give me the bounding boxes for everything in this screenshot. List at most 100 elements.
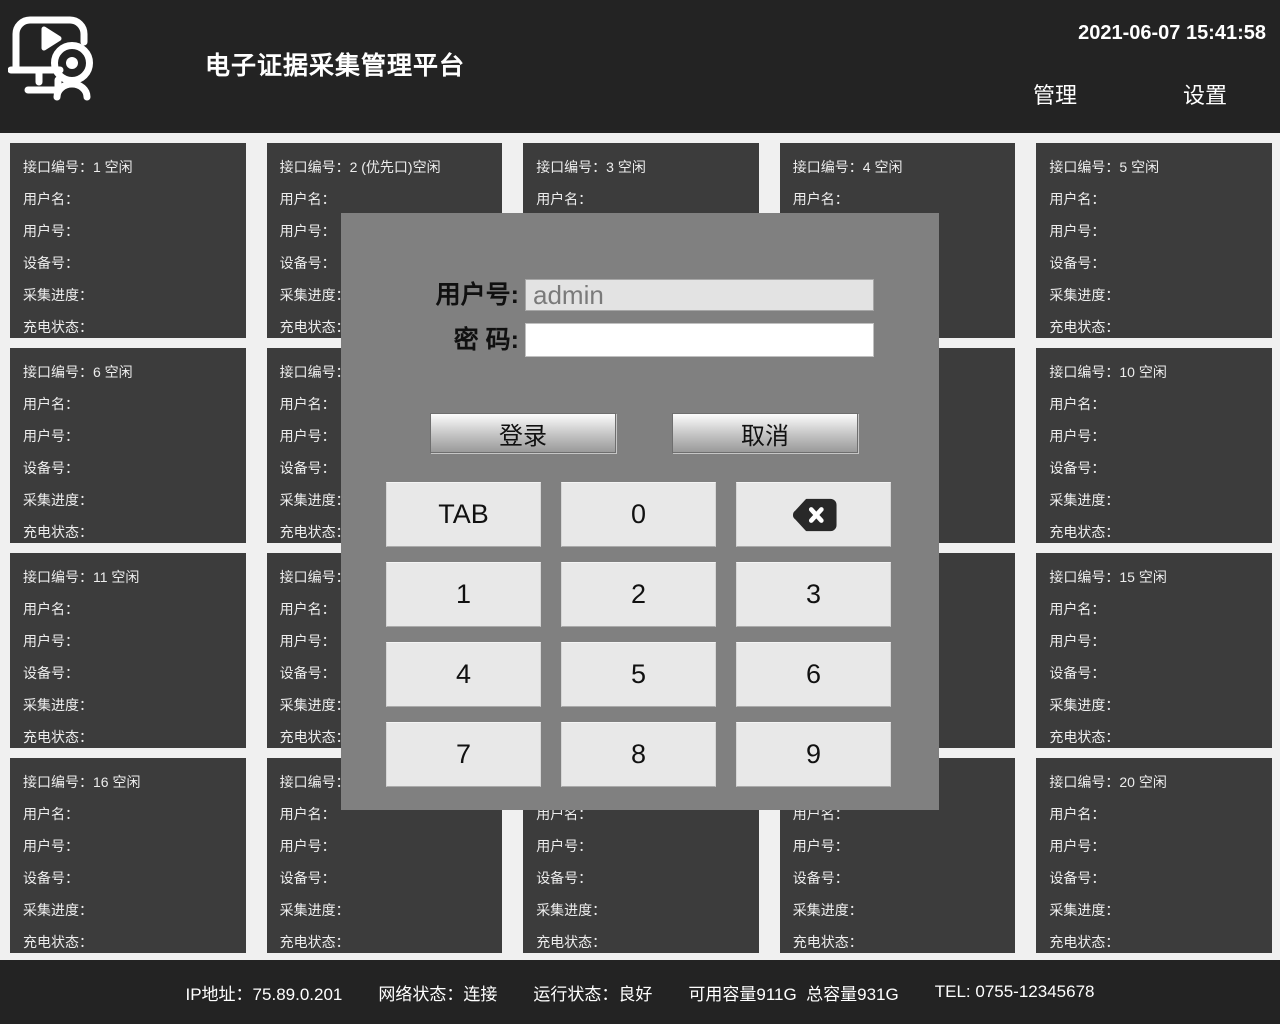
key-4[interactable]: 4 xyxy=(386,642,541,707)
port-field-label: 设备号： xyxy=(23,657,236,689)
port-title: 接口编号：2 (优先口)空闲 xyxy=(280,151,493,183)
port-field-label: 充电状态： xyxy=(280,926,493,953)
port-field-label: 充电状态： xyxy=(793,926,1006,953)
port-field-label: 采集进度： xyxy=(280,894,493,926)
keypad: TAB 0 1 xyxy=(386,482,891,787)
login-dialog: 用户号: 密 码: 登录 取消 TAB 0 xyxy=(341,213,939,810)
port-field-label: 充电状态： xyxy=(1049,311,1262,338)
port-field-label: 设备号： xyxy=(23,247,236,279)
port-field-label: 用户名： xyxy=(23,593,236,625)
key-7[interactable]: 7 xyxy=(386,722,541,787)
key-tab[interactable]: TAB xyxy=(386,482,541,547)
port-field-label: 用户号： xyxy=(23,625,236,657)
footer-tel: TEL: 0755-12345678 xyxy=(935,982,1095,1002)
port-title: 接口编号：11 空闲 xyxy=(23,561,236,593)
nav-settings[interactable]: 设置 xyxy=(1183,78,1227,110)
port-field-label: 设备号： xyxy=(536,862,749,894)
footer-capacity: 可用容量911G 总容量931G xyxy=(688,980,898,1005)
port-field-label: 充电状态： xyxy=(23,311,236,338)
username-input[interactable] xyxy=(525,279,874,311)
key-9[interactable]: 9 xyxy=(736,722,891,787)
port-field-label: 充电状态： xyxy=(23,516,236,543)
port-title: 接口编号：1 空闲 xyxy=(23,151,236,183)
port-field-label: 用户号： xyxy=(1049,420,1262,452)
key-2[interactable]: 2 xyxy=(561,562,716,627)
port-title: 接口编号：16 空闲 xyxy=(23,766,236,798)
port-field-label: 用户名： xyxy=(1049,798,1262,830)
key-6[interactable]: 6 xyxy=(736,642,891,707)
port-field-label: 充电状态： xyxy=(1049,516,1262,543)
key-8[interactable]: 8 xyxy=(561,722,716,787)
port-field-label: 设备号： xyxy=(1049,452,1262,484)
port-field-label: 设备号： xyxy=(23,862,236,894)
password-input[interactable] xyxy=(525,323,874,357)
port-field-label: 采集进度： xyxy=(23,484,236,516)
port-field-label: 采集进度： xyxy=(23,689,236,721)
port-field-label: 设备号： xyxy=(280,862,493,894)
port-title: 接口编号：5 空闲 xyxy=(1049,151,1262,183)
port-field-label: 采集进度： xyxy=(536,894,749,926)
port-field-label: 用户号： xyxy=(1049,830,1262,862)
port-title: 接口编号：10 空闲 xyxy=(1049,356,1262,388)
password-label: 密 码: xyxy=(341,323,519,357)
port-field-label: 设备号： xyxy=(23,452,236,484)
login-button[interactable]: 登录 xyxy=(430,413,616,453)
port-card: 接口编号：6 空闲 用户名：用户号：设备号：采集进度：充电状态： xyxy=(10,348,246,543)
port-field-label: 采集进度： xyxy=(23,894,236,926)
header: 电子证据采集管理平台 2021-06-07 15:41:58 管理 设置 xyxy=(0,0,1280,133)
app-root: 电子证据采集管理平台 2021-06-07 15:41:58 管理 设置 接口编… xyxy=(0,0,1280,1024)
port-field-label: 用户号： xyxy=(1049,625,1262,657)
port-field-label: 用户号： xyxy=(23,215,236,247)
port-field-label: 采集进度： xyxy=(1049,484,1262,516)
footer-running-status: 运行状态：良好 xyxy=(533,980,652,1005)
nav-manage[interactable]: 管理 xyxy=(1033,78,1077,110)
footer-statusbar: IP地址：75.89.0.201 网络状态：连接 运行状态：良好 可用容量911… xyxy=(0,960,1280,1024)
key-label: 2 xyxy=(631,579,646,610)
port-field-label: 采集进度： xyxy=(793,894,1006,926)
page-title: 电子证据采集管理平台 xyxy=(205,46,465,82)
port-card: 接口编号：20 空闲 用户名：用户号：设备号：采集进度：充电状态： xyxy=(1036,758,1272,953)
port-field-label: 充电状态： xyxy=(23,721,236,748)
port-field-label: 充电状态： xyxy=(536,926,749,953)
port-field-label: 用户名： xyxy=(793,183,1006,215)
cancel-button[interactable]: 取消 xyxy=(672,413,858,453)
key-1[interactable]: 1 xyxy=(386,562,541,627)
key-3[interactable]: 3 xyxy=(736,562,891,627)
port-field-label: 设备号： xyxy=(1049,657,1262,689)
key-0[interactable]: 0 xyxy=(561,482,716,547)
port-card: 接口编号：10 空闲 用户名：用户号：设备号：采集进度：充电状态： xyxy=(1036,348,1272,543)
port-field-label: 用户名： xyxy=(280,183,493,215)
port-card: 接口编号：1 空闲 用户名：用户号：设备号：采集进度：充电状态： xyxy=(10,143,246,338)
port-card: 接口编号：15 空闲 用户名：用户号：设备号：采集进度：充电状态： xyxy=(1036,553,1272,748)
key-label: 1 xyxy=(456,579,471,610)
port-field-label: 用户名： xyxy=(536,183,749,215)
username-label: 用户号: xyxy=(341,279,519,311)
port-field-label: 用户名： xyxy=(23,798,236,830)
key-label: 8 xyxy=(631,739,646,770)
port-field-label: 用户名： xyxy=(1049,388,1262,420)
port-card: 接口编号：16 空闲 用户名：用户号：设备号：采集进度：充电状态： xyxy=(10,758,246,953)
key-label: TAB xyxy=(438,499,489,530)
header-nav: 管理 设置 xyxy=(1033,78,1227,110)
key-backspace[interactable] xyxy=(736,482,891,547)
key-label: 9 xyxy=(806,739,821,770)
port-field-label: 采集进度： xyxy=(1049,279,1262,311)
key-label: 6 xyxy=(806,659,821,690)
port-field-label: 充电状态： xyxy=(1049,721,1262,748)
footer-ip: IP地址：75.89.0.201 xyxy=(186,980,343,1005)
port-field-label: 用户名： xyxy=(1049,183,1262,215)
port-field-label: 充电状态： xyxy=(23,926,236,953)
port-field-label: 用户号： xyxy=(280,830,493,862)
port-field-label: 设备号： xyxy=(793,862,1006,894)
port-field-label: 用户号： xyxy=(1049,215,1262,247)
key-label: 3 xyxy=(806,579,821,610)
port-field-label: 采集进度： xyxy=(23,279,236,311)
port-field-label: 充电状态： xyxy=(1049,926,1262,953)
port-field-label: 用户名： xyxy=(1049,593,1262,625)
key-label: 4 xyxy=(456,659,471,690)
port-field-label: 用户号： xyxy=(793,830,1006,862)
port-field-label: 用户名： xyxy=(23,388,236,420)
port-field-label: 用户号： xyxy=(536,830,749,862)
port-card: 接口编号：5 空闲 用户名：用户号：设备号：采集进度：充电状态： xyxy=(1036,143,1272,338)
key-5[interactable]: 5 xyxy=(561,642,716,707)
